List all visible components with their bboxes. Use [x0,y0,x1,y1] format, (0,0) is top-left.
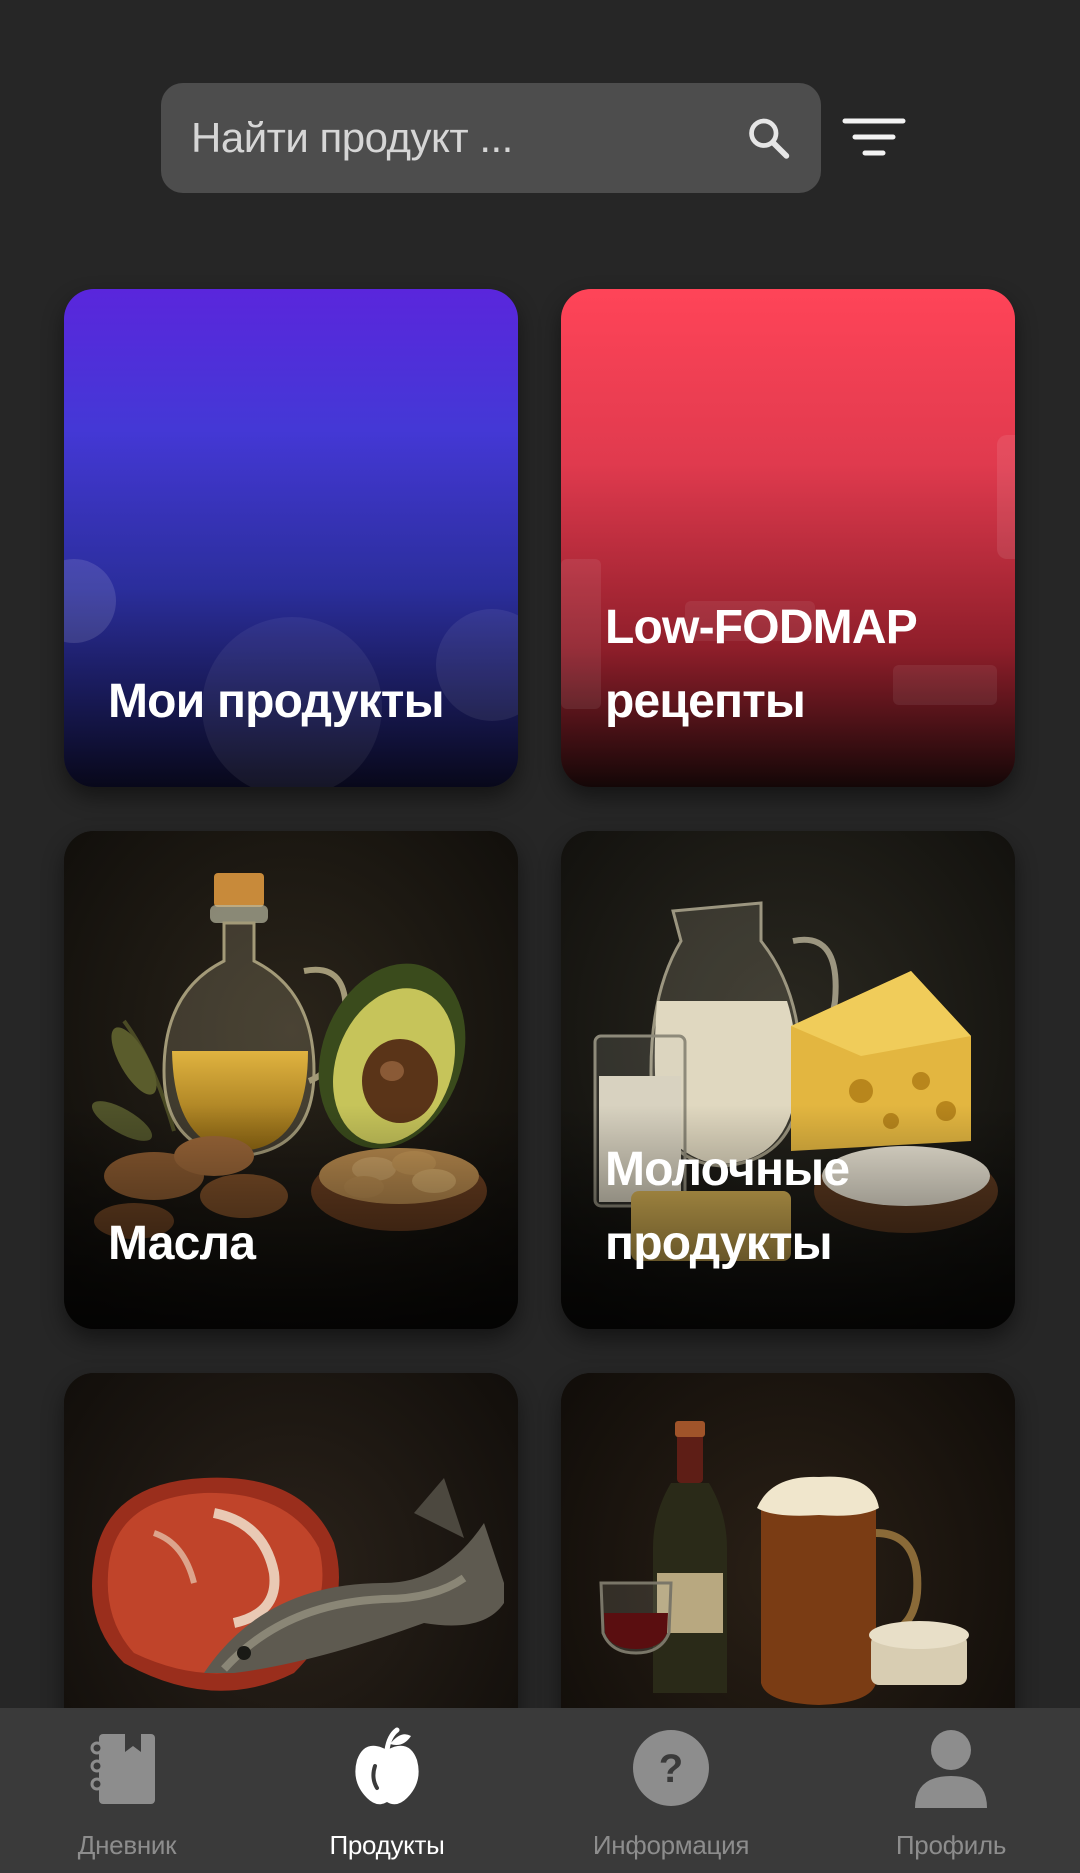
nav-label: Профиль [895,1830,1007,1860]
search-icon[interactable] [744,112,793,164]
filter-icon[interactable] [841,111,907,165]
category-label: Low-FODMAP рецепты [605,601,918,728]
search-input[interactable] [189,113,734,163]
search-row [161,83,921,193]
category-card-oils[interactable]: Масла [64,831,518,1329]
search-bar[interactable] [161,83,821,193]
products-screen: Мои продукты Low-FODMAP рецепты [0,0,1080,1873]
apple-icon [355,1727,419,1805]
category-card-low-fodmap[interactable]: Low-FODMAP рецепты [561,289,1015,787]
question-icon: ? [633,1730,709,1806]
nav-item-info[interactable]: ? Информация [571,1708,771,1873]
category-label: Молочные продукты [605,1143,850,1270]
notebook-icon [90,1726,155,1804]
nav-item-diary[interactable]: Дневник [27,1708,227,1873]
nav-label: Информация [592,1830,750,1860]
category-label: Масла [108,1217,256,1270]
bottom-navigation: Дневник Продукты ? Информация Профиль [0,1708,1080,1873]
svg-text:?: ? [659,1747,683,1791]
category-label: Мои продукты [108,675,445,728]
nav-item-profile[interactable]: Профиль [851,1708,1051,1873]
nav-label: Дневник [77,1830,177,1860]
category-card-my-products[interactable]: Мои продукты [64,289,518,787]
category-card-dairy[interactable]: Молочные продукты [561,831,1015,1329]
person-icon [915,1730,987,1808]
nav-label: Продукты [329,1830,445,1860]
nav-item-products[interactable]: Продукты [287,1708,487,1873]
